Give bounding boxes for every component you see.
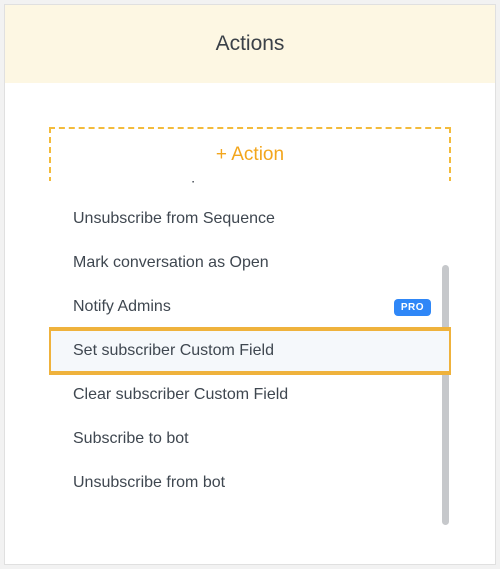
action-option-label: Unsubscribe from Sequence xyxy=(73,210,275,228)
action-dropdown-list[interactable]: Subscribe to Sequence Unsubscribe from Se… xyxy=(49,181,451,531)
action-option[interactable]: Clear subscriber Custom Field xyxy=(49,373,451,417)
action-option-label: Subscribe to bot xyxy=(73,430,189,448)
action-option[interactable]: Subscribe to bot xyxy=(49,417,451,461)
add-action-button[interactable]: + Action xyxy=(49,127,451,183)
dropdown-scrollbar-thumb[interactable] xyxy=(442,265,449,525)
action-option[interactable]: Notify Admins PRO xyxy=(49,285,451,329)
action-dropdown: Subscribe to Sequence Unsubscribe from Se… xyxy=(49,181,451,531)
actions-panel: Actions + Action Subscribe to Sequence Un… xyxy=(4,4,496,565)
panel-header: Actions xyxy=(5,5,495,83)
add-action-label: + Action xyxy=(216,144,284,166)
action-option-label: Subscribe to Sequence xyxy=(73,181,238,184)
action-option[interactable]: Mark conversation as Open xyxy=(49,241,451,285)
action-option[interactable]: Subscribe to Sequence xyxy=(49,181,451,197)
pro-badge: PRO xyxy=(394,299,431,316)
action-option[interactable]: Set subscriber Custom Field xyxy=(49,329,451,373)
action-option[interactable]: Unsubscribe from Sequence xyxy=(49,197,451,241)
action-option-label: Unsubscribe from bot xyxy=(73,474,225,492)
action-option-label: Notify Admins xyxy=(73,298,171,316)
action-option-label: Set subscriber Custom Field xyxy=(73,342,274,360)
action-option-label: Mark conversation as Open xyxy=(73,254,269,272)
panel-body: + Action Subscribe to Sequence Unsubscrib… xyxy=(5,83,495,531)
action-option[interactable]: Unsubscribe from bot xyxy=(49,461,451,505)
panel-title: Actions xyxy=(216,32,285,56)
action-option-label: Clear subscriber Custom Field xyxy=(73,386,288,404)
